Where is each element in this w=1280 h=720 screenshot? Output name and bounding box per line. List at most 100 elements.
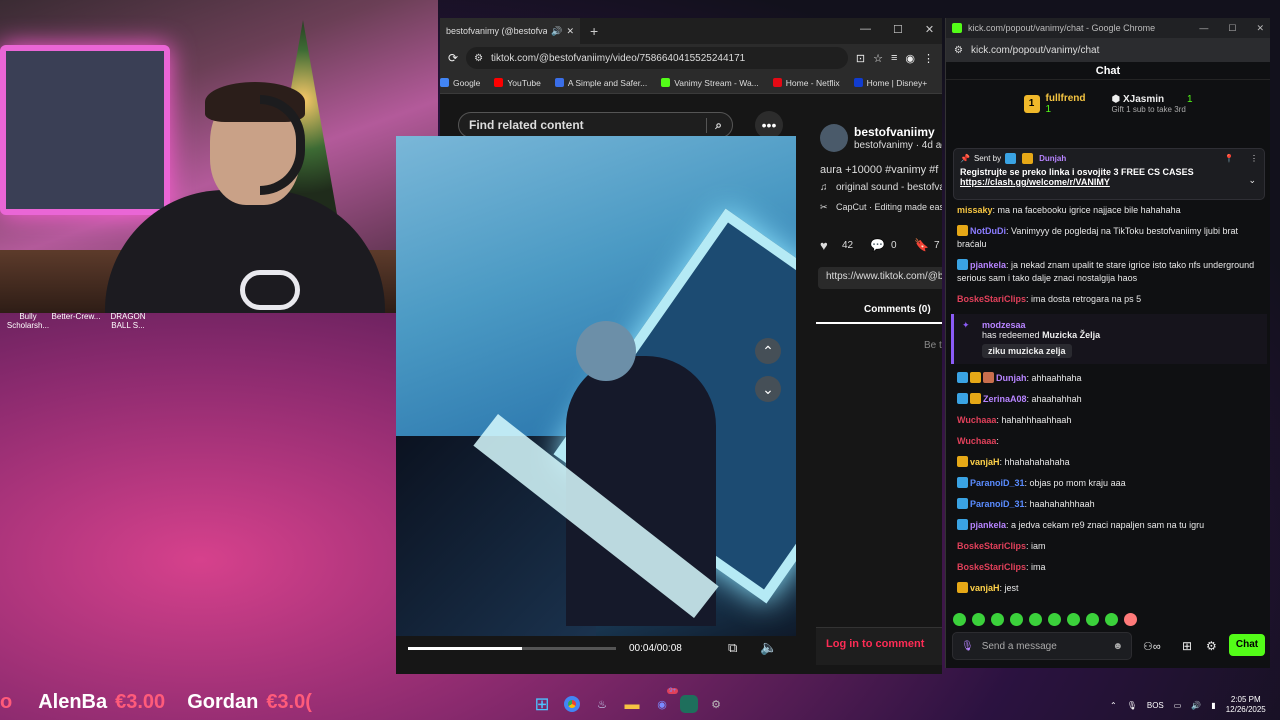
chat-username[interactable]: pjankela: [970, 520, 1006, 530]
close-window-icon[interactable]: ✕: [925, 23, 934, 36]
emote-icon[interactable]: [1029, 612, 1042, 626]
emote-icon[interactable]: [1086, 612, 1099, 626]
emote-icon[interactable]: [991, 612, 1004, 626]
bookmark-youtube[interactable]: YouTube: [494, 78, 541, 88]
bookmark-google[interactable]: Google: [440, 78, 480, 88]
tray-expand-icon[interactable]: ⌃: [1110, 701, 1117, 710]
emote-icon[interactable]: [1048, 612, 1061, 626]
chat-username[interactable]: ParanoiD_31: [970, 499, 1025, 509]
discord-icon[interactable]: ◉ 9+: [650, 688, 678, 716]
copy-link-field[interactable]: https://www.tiktok.com/@b: [818, 267, 942, 289]
more-options-icon[interactable]: •••: [755, 111, 783, 139]
progress-bar[interactable]: [408, 647, 616, 650]
chat-username[interactable]: Wuchaaa: [957, 436, 996, 446]
chat-username[interactable]: NotDuDi: [970, 226, 1006, 236]
like-icon[interactable]: ♥: [820, 238, 828, 253]
chat-username[interactable]: pjankela: [970, 260, 1006, 270]
sound-link[interactable]: original sound - bestofva: [836, 182, 942, 193]
pip-icon[interactable]: ⧉: [728, 640, 737, 656]
minimize-icon[interactable]: —: [1199, 23, 1208, 34]
login-to-comment-link[interactable]: Log in to comment: [826, 638, 924, 650]
app-icon[interactable]: [680, 695, 698, 713]
reload-icon[interactable]: ⟳: [448, 51, 458, 65]
gift-cta[interactable]: Gift 1 sub to take 3rd: [1112, 105, 1193, 114]
save-icon[interactable]: 🔖: [914, 238, 929, 252]
emote-icon[interactable]: [972, 612, 985, 626]
address-bar[interactable]: ⚙ tiktok.com/@bestofvaniimy/video/758664…: [466, 47, 848, 69]
emote-icon[interactable]: [1105, 612, 1118, 626]
emote-icon[interactable]: [1010, 612, 1023, 626]
steam-icon[interactable]: ♨: [590, 692, 614, 716]
emoji-icon[interactable]: ☻: [1112, 641, 1123, 652]
microphone-icon[interactable]: 🎙: [1127, 701, 1137, 710]
bookmark-simple-safer[interactable]: A Simple and Safer...: [554, 78, 647, 88]
author-handle[interactable]: bestofvaniimy: [854, 125, 935, 139]
desktop-icon[interactable]: DRAGON BALL S...: [100, 312, 156, 330]
leader-name[interactable]: XJasmin: [1123, 94, 1164, 105]
maximize-icon[interactable]: ☐: [893, 23, 903, 36]
avatar[interactable]: [820, 124, 848, 152]
site-info-icon[interactable]: ⚙: [954, 45, 963, 56]
emote-icon[interactable]: [1067, 612, 1080, 626]
capcut-link[interactable]: CapCut · Editing made eas: [836, 202, 942, 212]
bookmark-disney[interactable]: Home | Disney+: [853, 78, 927, 88]
pinned-link[interactable]: https://clash.gg/welcome/r/VANIMY: [960, 177, 1258, 187]
chat-username[interactable]: ParanoiD_31: [970, 478, 1025, 488]
address-bar[interactable]: ⚙ kick.com/popout/vanimy/chat: [946, 38, 1270, 62]
media-icon[interactable]: ≡: [891, 52, 897, 64]
browser-tab[interactable]: bestofvanimy (@bestofvanimy) 🔊 ✕: [440, 18, 580, 44]
chat-username[interactable]: BoskeStariClips: [957, 294, 1026, 304]
volume-icon[interactable]: 🔈: [760, 639, 777, 656]
users-icon[interactable]: ⚇∞: [1143, 640, 1161, 653]
mic-icon[interactable]: 🎙: [961, 641, 974, 652]
battery-icon[interactable]: ▮: [1211, 701, 1215, 710]
close-window-icon[interactable]: ✕: [1256, 23, 1264, 34]
speaker-icon[interactable]: 🔊: [551, 26, 562, 37]
expand-icon[interactable]: ⌄: [1248, 175, 1256, 186]
bookmark-netflix[interactable]: Home - Netflix: [772, 78, 840, 88]
video-player[interactable]: [396, 136, 796, 636]
comment-icon[interactable]: 💬: [870, 238, 885, 252]
install-icon[interactable]: ⊡: [856, 52, 865, 65]
settings-app-icon[interactable]: ⚙: [704, 692, 728, 716]
clock[interactable]: 2:05 PM 12/26/2025: [1226, 695, 1266, 715]
chat-username[interactable]: BoskeStariClips: [957, 541, 1026, 551]
tab-comments[interactable]: Comments (0): [864, 304, 931, 315]
profile-icon[interactable]: ◉: [905, 52, 915, 65]
find-related-search[interactable]: Find related content ⌕: [458, 112, 733, 138]
chat-username[interactable]: missaky: [957, 205, 993, 215]
chat-username[interactable]: BoskeStariClips: [957, 562, 1026, 572]
chrome-icon[interactable]: [560, 692, 584, 716]
redeem-user[interactable]: modzesaa: [982, 320, 1257, 330]
chat-username[interactable]: Wuchaaa: [957, 415, 996, 425]
next-video-icon[interactable]: ⌄: [755, 376, 781, 402]
leader-name[interactable]: fullfrend: [1046, 93, 1086, 104]
menu-icon[interactable]: ⋮: [923, 52, 934, 65]
settings-gear-icon[interactable]: ⚙: [1206, 639, 1217, 653]
network-icon[interactable]: ▭: [1174, 701, 1182, 710]
previous-video-icon[interactable]: ⌃: [755, 338, 781, 364]
send-chat-button[interactable]: Chat: [1229, 634, 1265, 656]
more-icon[interactable]: ⋮: [1250, 154, 1258, 163]
chat-username[interactable]: Dunjah: [996, 373, 1027, 383]
volume-icon[interactable]: 🔊: [1191, 701, 1201, 710]
emote-icon[interactable]: [953, 612, 966, 626]
gift-box-icon[interactable]: ⊞: [1182, 639, 1192, 653]
bookmark-star-icon[interactable]: ☆: [873, 52, 883, 65]
language-indicator[interactable]: BOS: [1147, 701, 1164, 710]
new-tab-button[interactable]: +: [590, 23, 598, 39]
desktop-icon[interactable]: Better-Crew...: [48, 312, 104, 321]
close-tab-icon[interactable]: ✕: [566, 26, 574, 37]
chat-input[interactable]: 🎙 Send a message ☻: [952, 632, 1132, 660]
unpin-icon[interactable]: 📍: [1224, 154, 1234, 163]
chat-username[interactable]: ZerinaA08: [983, 394, 1027, 404]
maximize-icon[interactable]: ☐: [1228, 23, 1236, 34]
file-explorer-icon[interactable]: ▬: [620, 692, 644, 716]
minimize-icon[interactable]: —: [860, 23, 871, 36]
emote-icon[interactable]: [1124, 612, 1137, 626]
chat-username[interactable]: vanjaH: [970, 457, 1000, 467]
chat-username[interactable]: vanjaH: [970, 583, 1000, 593]
pinned-user[interactable]: Dunjah: [1039, 154, 1066, 163]
site-info-icon[interactable]: ⚙: [474, 53, 483, 64]
bookmark-vanimy-stream[interactable]: Vanimy Stream - Wa...: [661, 78, 759, 88]
